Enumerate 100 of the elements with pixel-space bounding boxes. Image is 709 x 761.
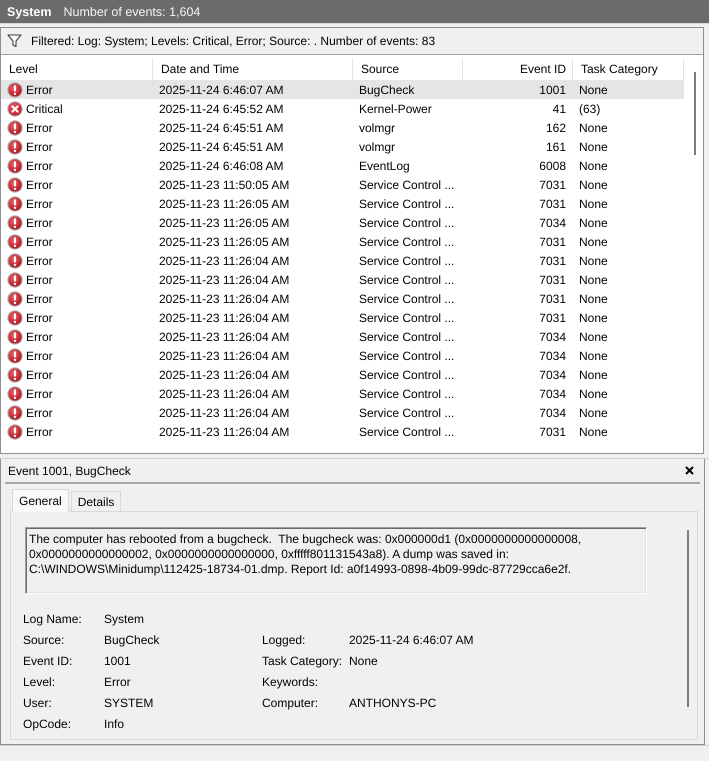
field-label: Logged: (262, 632, 306, 646)
table-cell-text: 7034 (538, 216, 567, 230)
field-label: User: (23, 696, 53, 710)
table-cell-text: 1001 (538, 82, 567, 96)
table-cell-text: 7031 (538, 272, 567, 286)
table-cell-text: Service Control ... (358, 348, 456, 362)
error-icon (7, 404, 23, 420)
table-cell-text: None (578, 348, 609, 362)
level-label: Error (26, 292, 53, 306)
level-label: Error (26, 140, 53, 154)
table-cell-text: 162 (544, 120, 567, 134)
close-icon[interactable] (685, 466, 694, 475)
table-cell-text: 7031 (538, 178, 567, 192)
table-cell-text: volmgr (358, 120, 396, 134)
table-cell-text: 2025-11-23 11:26:04 AM (158, 368, 290, 382)
level-label: Error (26, 216, 53, 230)
table-cell-text: 2025-11-23 11:26:04 AM (158, 386, 290, 400)
table-cell-text: None (578, 140, 609, 154)
error-icon (7, 310, 23, 326)
table-cell-text: Service Control ... (358, 386, 456, 400)
table-cell-text: None (578, 310, 609, 324)
field-label: Log Name: (23, 612, 83, 626)
level-label: Error (26, 406, 53, 420)
table-cell-text: 7034 (538, 330, 567, 344)
table-cell-text: 7031 (538, 234, 567, 248)
table-cell-text: 2025-11-23 11:26:04 AM (158, 348, 290, 362)
field-value: 2025-11-24 6:46:07 AM (349, 632, 475, 646)
table-cell-text: 2025-11-24 6:45:51 AM (158, 120, 285, 134)
tab[interactable]: Details (70, 491, 122, 511)
error-icon (7, 196, 23, 212)
table-cell-text: Service Control ... (358, 330, 456, 344)
table-cell-text: None (578, 386, 609, 400)
level-label: Error (26, 424, 53, 438)
level-label: Error (26, 330, 53, 344)
tab[interactable]: General (12, 489, 69, 512)
table-cell-text: 2025-11-24 6:45:52 AM (158, 102, 285, 116)
table-cell-text: 2025-11-23 11:26:04 AM (158, 406, 290, 420)
scrollbar-thumb[interactable] (694, 72, 696, 155)
level-label: Error (26, 348, 53, 362)
table-cell-text: None (578, 272, 609, 286)
table-row[interactable]: Error 2025-11-24 6:46:07 AM BugCheck 1001 None (1, 80, 684, 99)
table-cell-text: 2025-11-23 11:26:04 AM (158, 424, 290, 438)
filter-icon[interactable] (7, 34, 22, 48)
table-cell-text: None (578, 292, 609, 306)
error-icon (7, 82, 23, 98)
table-cell-text: 2025-11-23 11:26:04 AM (158, 292, 290, 306)
error-icon (7, 252, 23, 268)
table-cell-text: None (578, 178, 609, 192)
critical-icon (7, 100, 23, 116)
table-cell-text: 7031 (538, 254, 567, 268)
table-cell-text: 2025-11-23 11:26:05 AM (158, 196, 290, 210)
table-cell-text: Service Control ... (358, 406, 456, 420)
level-label: Error (26, 234, 53, 248)
description-field[interactable]: The computer has rebooted from a bugcheck. The bugcheck was: 0x000000d1 (0x0000000000000008, 0x0000000000000002, 0x0000000000000000, 0xfffff801131543a8). A dump was saved in: C:\WINDOWS\Minidump\112425-18734-01.dmp. Report Id: a0f14993-0898-4b09-99dc-87729cca6e2f. (25, 527, 647, 594)
table-cell-text: Service Control ... (358, 310, 456, 324)
field-value: SYSTEM (104, 696, 154, 710)
table-cell-text: None (578, 196, 609, 210)
error-icon (7, 176, 23, 192)
field-value: None (349, 654, 379, 668)
table-cell-text: Service Control ... (358, 234, 456, 248)
error-icon (7, 328, 23, 344)
table-cell-text: 7031 (538, 292, 567, 306)
table-cell-text: None (578, 406, 609, 420)
level-label: Error (26, 158, 53, 172)
table-cell-text: Service Control ... (358, 292, 456, 306)
table-cell-text: None (578, 216, 609, 230)
field-label: Keywords: (262, 674, 320, 688)
table-cell-text: Service Control ... (358, 216, 456, 230)
table-cell-text: 2025-11-23 11:26:05 AM (158, 234, 290, 248)
error-icon (7, 158, 23, 174)
field-label: Computer: (262, 696, 320, 710)
error-icon (7, 272, 23, 288)
table-cell-text: 161 (544, 140, 567, 154)
table-cell-text: None (578, 254, 609, 268)
table-cell-text: 2025-11-23 11:50:05 AM (158, 178, 290, 192)
error-icon (7, 366, 23, 382)
field-value: ANTHONYS-PC (349, 696, 438, 710)
table-cell-text: Kernel-Power (358, 102, 433, 116)
table-cell-text: 2025-11-23 11:26:04 AM (158, 254, 290, 268)
level-label: Critical (26, 102, 63, 116)
error-icon (7, 386, 23, 402)
table-cell-text: 6008 (538, 158, 567, 172)
table-cell-text: 2025-11-23 11:26:04 AM (158, 272, 290, 286)
table-cell-text: None (578, 330, 609, 344)
table-cell-text: 2025-11-24 6:46:07 AM (158, 82, 285, 96)
table-cell-text: volmgr (358, 140, 396, 154)
details-title: Event 1001, BugCheck (8, 464, 131, 478)
table-cell-text: Service Control ... (358, 254, 456, 268)
scrollbar-thumb[interactable] (687, 530, 689, 707)
table-cell-text: Service Control ... (358, 272, 456, 286)
field-value: Info (104, 716, 126, 730)
table-cell-text: Service Control ... (358, 424, 456, 438)
field-label: Event ID: (23, 654, 74, 668)
level-label: Error (26, 196, 53, 210)
table-cell-text: 7034 (538, 348, 567, 362)
level-label: Error (26, 82, 53, 96)
filter-text: Filtered: Log: System; Levels: Critical, Error; Source: . Number of events: 83 (31, 34, 436, 48)
table-cell-text: Service Control ... (358, 178, 456, 192)
table-cell-text: 7034 (538, 406, 567, 420)
field-value: System (104, 612, 146, 626)
